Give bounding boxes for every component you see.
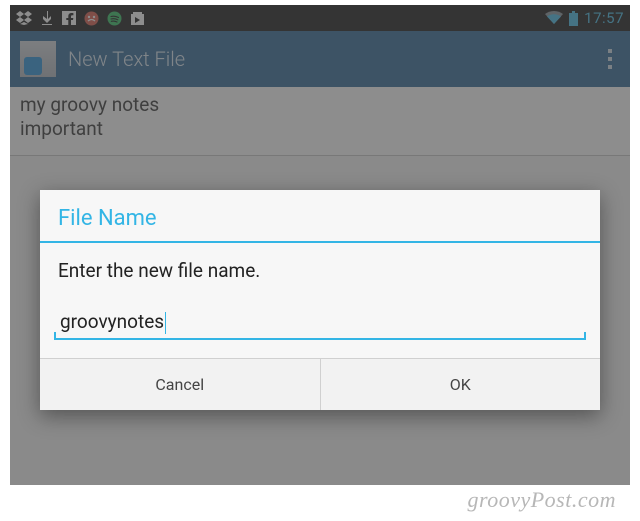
dialog-input-container: groovynotes bbox=[40, 288, 600, 358]
dialog-button-bar: Cancel OK bbox=[40, 358, 600, 410]
device-frame: 17:57 New Text File my groovy notes impo… bbox=[10, 5, 630, 485]
filename-input[interactable]: groovynotes bbox=[54, 308, 586, 340]
text-cursor bbox=[165, 312, 166, 334]
watermark: groovyPost.com bbox=[467, 487, 616, 513]
cancel-button[interactable]: Cancel bbox=[40, 359, 320, 410]
filename-input-value: groovynotes bbox=[60, 310, 164, 333]
dialog-title: File Name bbox=[40, 190, 600, 241]
dialog-message: Enter the new file name. bbox=[40, 243, 600, 288]
file-name-dialog: File Name Enter the new file name. groov… bbox=[40, 190, 600, 410]
ok-button[interactable]: OK bbox=[320, 359, 601, 410]
